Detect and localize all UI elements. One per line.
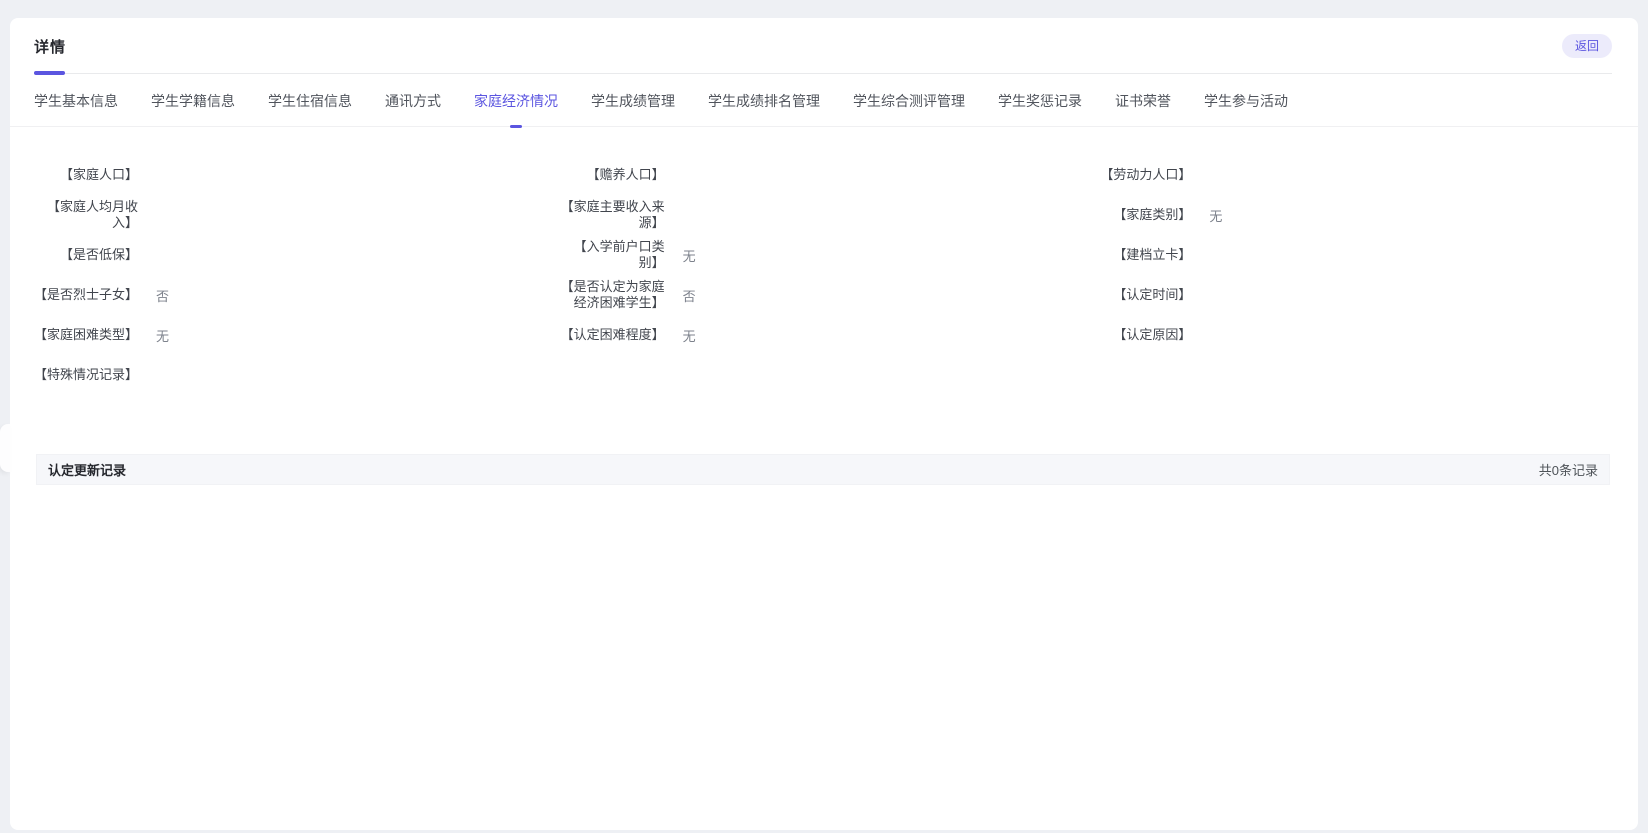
title-divider <box>34 73 1612 74</box>
form-field: 【家庭类别】 无 <box>1087 195 1614 235</box>
field-label: 【认定困难程度】 <box>561 327 665 343</box>
tab-item-2[interactable]: 学生住宿信息 <box>268 91 352 126</box>
form-row-4: 【家庭困难类型】 无 【认定困难程度】 无 【认定原因】 <box>34 315 1614 355</box>
back-button[interactable]: 返回 <box>1562 34 1612 58</box>
form-field: 【是否低保】 <box>34 235 561 275</box>
field-label: 【是否烈士子女】 <box>34 287 138 303</box>
form-field: 【是否认定为家庭 经济困难学生】否 <box>561 275 1088 315</box>
field-value: 无 <box>683 326 696 345</box>
form-row-1: 【家庭人均月收 入】 【家庭主要收入来 源】 【家庭类别】 无 <box>34 195 1614 235</box>
field-label: 【入学前户口类 别】 <box>561 239 665 271</box>
empty-cell <box>561 355 1088 395</box>
form-field: 【劳动力人口】 <box>1087 155 1614 195</box>
records-count: 共0条记录 <box>1539 460 1598 479</box>
tab-item-8[interactable]: 学生奖惩记录 <box>998 91 1082 126</box>
title-active-indicator <box>34 71 65 75</box>
family-economic-form: 【家庭人口】 【赡养人口】 【劳动力人口】【家庭人均月收 入】 【家庭主要收入来 源】… <box>10 127 1638 395</box>
field-label: 【家庭人口】 <box>34 167 138 183</box>
field-label: 【家庭人均月收 入】 <box>34 199 138 231</box>
field-label: 【劳动力人口】 <box>1087 167 1191 183</box>
field-label: 【家庭主要收入来 源】 <box>561 199 665 231</box>
form-row-0: 【家庭人口】 【赡养人口】 【劳动力人口】 <box>34 155 1614 195</box>
form-row-5: 【特殊情况记录】 <box>34 355 1614 395</box>
title-row: 详情 返回 <box>34 34 1612 58</box>
tab-item-5[interactable]: 学生成绩管理 <box>591 91 675 126</box>
form-field: 【认定原因】 <box>1087 315 1614 355</box>
form-field: 【认定时间】 <box>1087 275 1614 315</box>
tab-item-1[interactable]: 学生学籍信息 <box>151 91 235 126</box>
tab-item-3[interactable]: 通讯方式 <box>385 91 441 126</box>
tab-item-6[interactable]: 学生成绩排名管理 <box>708 91 820 126</box>
detail-card: 详情 返回 学生基本信息学生学籍信息学生住宿信息通讯方式家庭经济情况学生成绩管理… <box>10 18 1638 830</box>
form-row-3: 【是否烈士子女】否【是否认定为家庭 经济困难学生】否【认定时间】 <box>34 275 1614 315</box>
form-field: 【家庭人口】 <box>34 155 561 195</box>
field-label: 【特殊情况记录】 <box>34 367 138 383</box>
tab-item-0[interactable]: 学生基本信息 <box>34 91 118 126</box>
form-field: 【建档立卡】 <box>1087 235 1614 275</box>
tab-item-9[interactable]: 证书荣誉 <box>1115 91 1171 126</box>
field-value: 否 <box>683 286 696 305</box>
form-field: 【特殊情况记录】 <box>34 355 561 395</box>
field-label: 【赡养人口】 <box>561 167 665 183</box>
field-value: 无 <box>156 326 169 345</box>
active-tab-indicator <box>510 125 522 128</box>
form-field: 【家庭主要收入来 源】 <box>561 195 1088 235</box>
form-field: 【入学前户口类 别】无 <box>561 235 1088 275</box>
form-row-2: 【是否低保】【入学前户口类 别】无【建档立卡】 <box>34 235 1614 275</box>
field-label: 【建档立卡】 <box>1087 247 1191 263</box>
form-field: 【赡养人口】 <box>561 155 1088 195</box>
field-value: 无 <box>683 246 696 265</box>
form-field: 【认定困难程度】 无 <box>561 315 1088 355</box>
field-value: 否 <box>156 286 169 305</box>
tab-item-10[interactable]: 学生参与活动 <box>1204 91 1288 126</box>
field-label: 【认定原因】 <box>1087 327 1191 343</box>
tab-item-7[interactable]: 学生综合测评管理 <box>853 91 965 126</box>
records-bar: 认定更新记录 共0条记录 <box>36 454 1610 485</box>
field-label: 【认定时间】 <box>1087 287 1191 303</box>
page-title: 详情 <box>34 36 66 57</box>
field-label: 【是否认定为家庭 经济困难学生】 <box>561 279 665 311</box>
form-field: 【家庭困难类型】 无 <box>34 315 561 355</box>
empty-cell <box>1087 355 1614 395</box>
field-label: 【家庭困难类型】 <box>34 327 138 343</box>
field-label: 【是否低保】 <box>34 247 138 263</box>
records-section-title: 认定更新记录 <box>48 460 126 479</box>
tab-item-4[interactable]: 家庭经济情况 <box>474 91 558 126</box>
tab-bar: 学生基本信息学生学籍信息学生住宿信息通讯方式家庭经济情况学生成绩管理学生成绩排名… <box>10 74 1638 127</box>
sidebar-collapse-handle[interactable] <box>0 424 10 472</box>
form-field: 【是否烈士子女】 否 <box>34 275 561 315</box>
form-field: 【家庭人均月收 入】 <box>34 195 561 235</box>
card-header: 详情 返回 <box>10 18 1638 74</box>
field-label: 【家庭类别】 <box>1087 207 1191 223</box>
field-value: 无 <box>1209 206 1222 225</box>
